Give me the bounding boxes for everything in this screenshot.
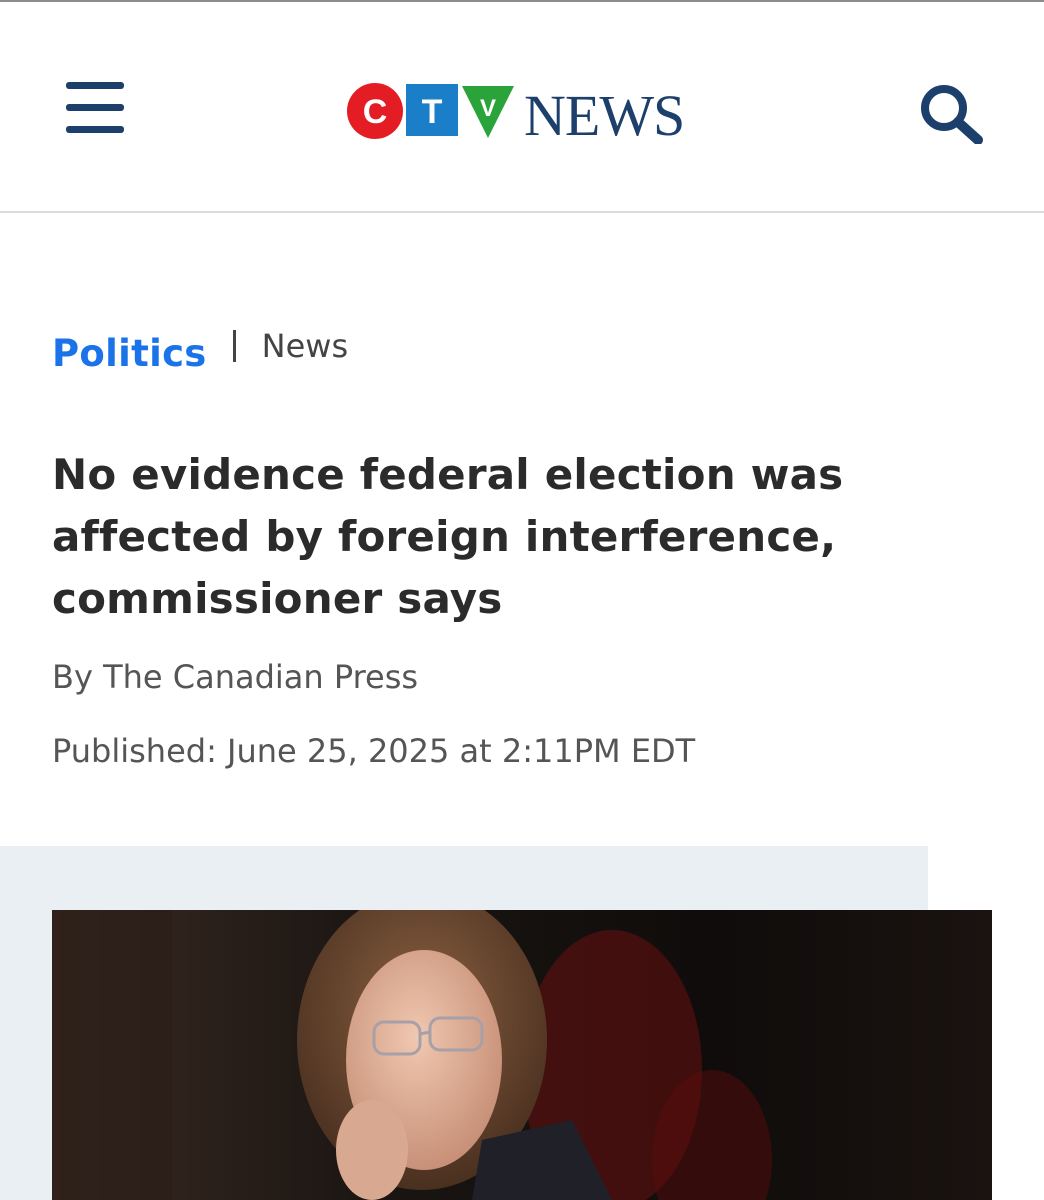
site-header: C T V NEWS xyxy=(0,2,1044,213)
ctv-news-logo[interactable]: C T V NEWS xyxy=(346,82,702,148)
menu-button[interactable] xyxy=(66,82,124,134)
article-photo[interactable] xyxy=(52,910,992,1200)
logo-letter-v: V xyxy=(480,95,496,122)
breadcrumb-politics-link[interactable]: Politics xyxy=(52,332,207,375)
logo-letter-t: T xyxy=(422,93,443,131)
search-icon xyxy=(921,85,983,145)
article-headline: No evidence federal election was affecte… xyxy=(52,450,844,623)
logo-letter-c: C xyxy=(363,93,388,131)
breadcrumb-separator xyxy=(232,330,236,362)
breadcrumb-news-link[interactable]: News xyxy=(262,327,348,365)
article-published-date: Published: June 25, 2025 at 2:11PM EDT xyxy=(52,732,696,770)
search-button[interactable] xyxy=(916,82,986,145)
breadcrumb: Politics News xyxy=(52,327,348,378)
logo-news-text: NEWS xyxy=(524,83,684,142)
article-byline: By The Canadian Press xyxy=(52,658,419,696)
